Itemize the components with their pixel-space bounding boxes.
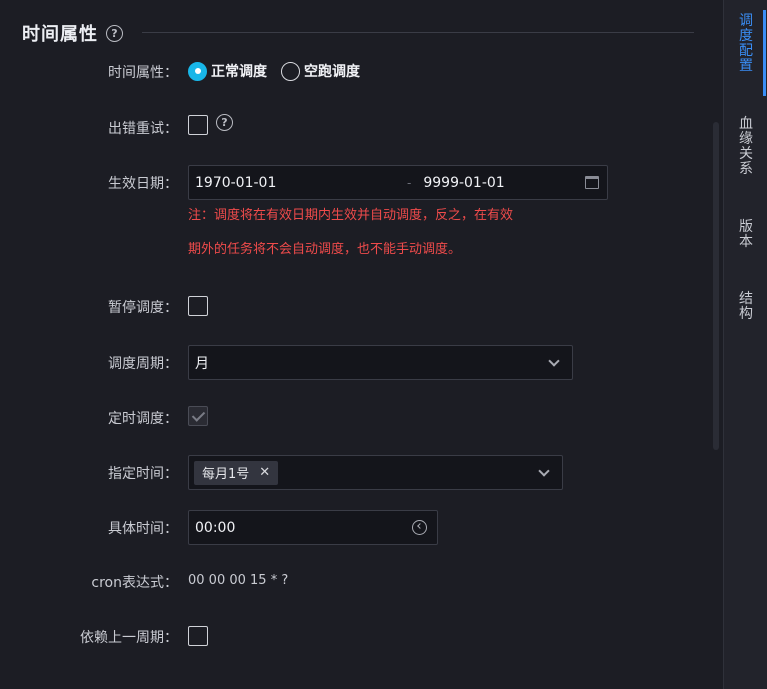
section-header: 时间属性 ?	[22, 20, 123, 46]
date-note-line1: 注：调度将在有效日期内生效并自动调度，反之，在有效	[188, 208, 514, 223]
end-date-value[interactable]: 9999-01-01	[423, 175, 504, 191]
start-date-value[interactable]: 1970-01-01	[195, 175, 395, 191]
period-select[interactable]: 月	[188, 345, 573, 380]
sidebar-char: 血	[739, 116, 753, 132]
chevron-down-icon[interactable]	[548, 354, 560, 367]
period-value: 月	[195, 355, 209, 372]
sidebar-char: 调	[739, 13, 753, 29]
depend-prev-label: 依赖上一周期：	[80, 630, 178, 646]
time-value[interactable]: 00:00	[195, 520, 235, 536]
cron-label: cron表达式：	[91, 575, 178, 591]
effective-date-range-picker[interactable]: 1970-01-01 - 9999-01-01	[188, 165, 608, 200]
radio-dry-run-label[interactable]: 空跑调度	[304, 61, 360, 81]
selected-tag: 每月1号 ✕	[194, 460, 279, 485]
specified-time-label: 指定时间：	[108, 466, 178, 482]
help-icon[interactable]: ?	[106, 24, 123, 42]
tag-close-icon[interactable]: ✕	[259, 465, 270, 480]
specified-time-select[interactable]: 每月1号 ✕	[188, 455, 563, 490]
effective-date-label: 生效日期：	[108, 176, 178, 192]
sidebar-char: 置	[739, 58, 753, 74]
sidebar-char: 结	[739, 291, 753, 307]
section-title: 时间属性	[22, 24, 98, 45]
calendar-icon[interactable]	[585, 176, 599, 189]
sidebar-char: 本	[739, 234, 753, 250]
specific-time-label: 具体时间：	[108, 521, 178, 537]
section-divider	[142, 32, 694, 33]
sidebar-char: 度	[739, 28, 753, 44]
retry-field: ?	[188, 113, 233, 135]
sidebar-char: 配	[739, 43, 753, 59]
sidebar-char: 版	[739, 219, 753, 235]
pause-label: 暂停调度：	[108, 300, 178, 316]
sidebar-char: 系	[739, 161, 753, 177]
sidebar-item-schedule-config[interactable]: 调 度 配 置	[724, 14, 767, 74]
retry-help-icon[interactable]: ?	[216, 113, 233, 131]
tag-label: 每月1号	[202, 467, 250, 482]
radio-normal-schedule[interactable]	[188, 61, 207, 81]
sidebar-item-lineage[interactable]: 血 缘 关 系	[724, 117, 767, 177]
period-label: 调度周期：	[108, 356, 178, 372]
radio-dry-run-schedule[interactable]	[281, 61, 300, 81]
right-sidebar: 调 度 配 置 血 缘 关 系 版 本 结 构	[723, 0, 767, 689]
clock-icon[interactable]	[412, 520, 427, 535]
sidebar-char: 关	[739, 146, 753, 162]
active-indicator	[763, 10, 766, 96]
retry-label: 出错重试：	[108, 121, 178, 137]
sidebar-item-structure[interactable]: 结 构	[724, 292, 767, 322]
sidebar-char: 缘	[739, 131, 753, 147]
scrollbar[interactable]	[713, 122, 719, 450]
date-range-separator: -	[407, 175, 412, 190]
timed-label: 定时调度：	[108, 411, 178, 427]
time-attr-radio-group: 正常调度 空跑调度	[188, 61, 370, 81]
radio-normal-label[interactable]: 正常调度	[211, 61, 267, 81]
timed-checkbox	[188, 406, 208, 426]
main-panel: 时间属性 ? 时间属性： 正常调度 空跑调度 出错重试： ? 生效日期： 197…	[0, 0, 723, 689]
pause-checkbox[interactable]	[188, 296, 208, 316]
depend-prev-checkbox[interactable]	[188, 626, 208, 646]
chevron-down-icon[interactable]	[538, 464, 550, 477]
sidebar-item-version[interactable]: 版 本	[724, 220, 767, 250]
time-picker[interactable]: 00:00	[188, 510, 438, 545]
time-attr-label: 时间属性：	[108, 65, 178, 81]
retry-checkbox[interactable]	[188, 115, 208, 135]
sidebar-char: 构	[739, 306, 753, 322]
cron-expression: 00 00 00 15 * ?	[188, 573, 289, 588]
date-note-line2: 期外的任务将不会自动调度，也不能手动调度。	[188, 242, 462, 257]
